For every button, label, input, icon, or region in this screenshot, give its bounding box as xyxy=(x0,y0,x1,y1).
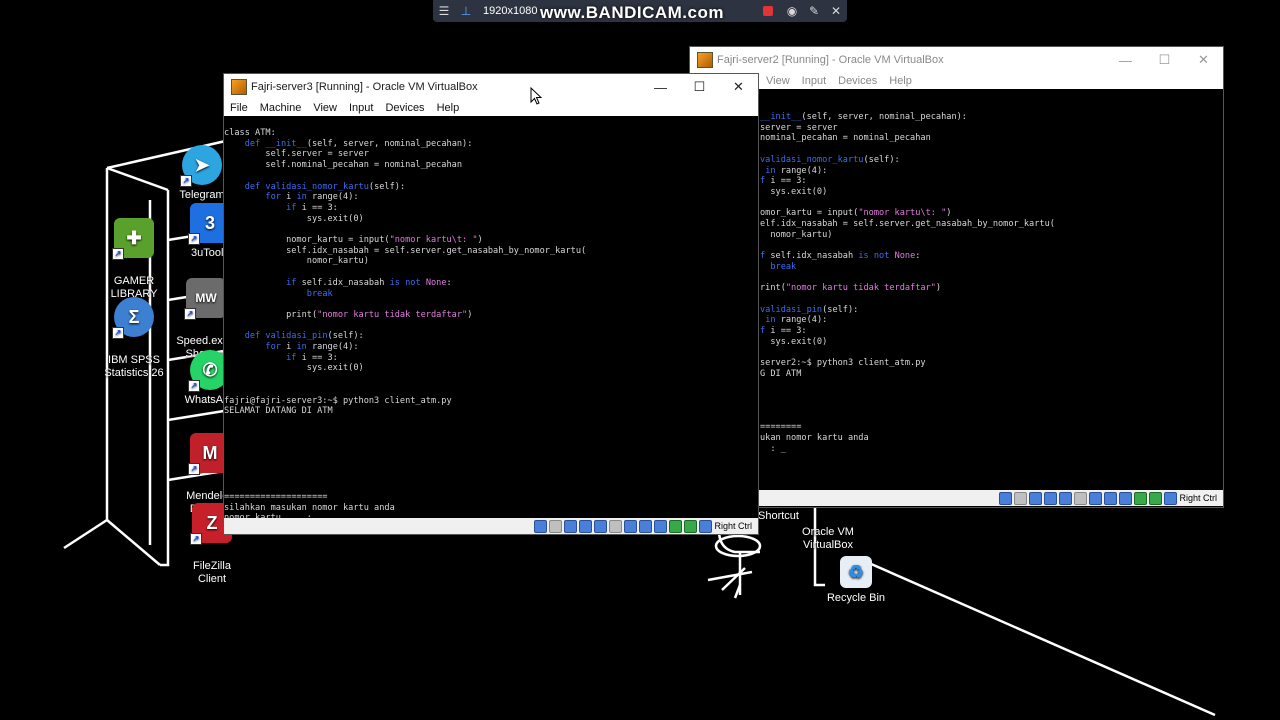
menu-help[interactable]: Help xyxy=(889,75,912,87)
vt-x-icon[interactable] xyxy=(1134,491,1148,505)
host-key-label: Right Ctrl xyxy=(714,521,752,531)
mouse-integration-icon[interactable] xyxy=(1149,491,1163,505)
cpu-icon[interactable] xyxy=(654,519,668,533)
display-icon[interactable] xyxy=(1089,491,1103,505)
recording-resolution: 1920x1080 xyxy=(483,5,538,17)
menu-file[interactable]: File xyxy=(230,102,248,114)
minimize-button[interactable]: — xyxy=(641,80,680,95)
host-key-label: Right Ctrl xyxy=(1179,493,1217,503)
recording-icon[interactable] xyxy=(1104,491,1118,505)
vm-statusbar: Right Ctrl xyxy=(224,518,758,534)
cpu-icon[interactable] xyxy=(1119,491,1133,505)
camera-icon[interactable]: ◉ xyxy=(781,4,803,18)
menu-input[interactable]: Input xyxy=(349,102,373,114)
desktop-icon-virtualbox[interactable]: Oracle VM VirtualBox xyxy=(788,513,868,552)
menu-icon[interactable]: ☰ xyxy=(433,4,455,18)
keyboard-capture-icon[interactable] xyxy=(699,519,713,533)
menu-devices[interactable]: Devices xyxy=(838,75,877,87)
virtualbox-icon xyxy=(697,52,713,68)
vt-x-icon[interactable] xyxy=(669,519,683,533)
usb-icon[interactable] xyxy=(1059,491,1073,505)
window-titlebar[interactable]: Fajri-server3 [Running] - Oracle VM Virt… xyxy=(224,74,758,100)
audio-icon[interactable] xyxy=(1029,491,1043,505)
recording-icon[interactable] xyxy=(639,519,653,533)
menubar: File Machine View Input Devices Help xyxy=(224,100,758,116)
nfs-mw-icon: MW ↗ xyxy=(184,278,226,320)
terminal-output: __init__(self, server, nominal_pecahan):… xyxy=(760,112,1055,454)
maximize-button[interactable]: ☐ xyxy=(1145,52,1184,68)
close-button[interactable]: ✕ xyxy=(1184,52,1223,68)
window-title: Fajri-server3 [Running] - Oracle VM Virt… xyxy=(251,81,478,93)
vm-screen[interactable]: class ATM: def __init__(self, server, no… xyxy=(224,116,758,518)
desktop-icon-label: FileZilla Client xyxy=(193,560,231,585)
desktop-icon-label: Recycle Bin xyxy=(826,592,886,604)
menu-help[interactable]: Help xyxy=(437,102,460,114)
desktop-icon-spss[interactable]: Σ ↗ IBM SPSS Statistics 26 xyxy=(94,284,174,380)
terminal-output: class ATM: def __init__(self, server, no… xyxy=(224,128,587,518)
window-title: Fajri-server2 [Running] - Oracle VM Virt… xyxy=(717,54,944,66)
hdd-icon[interactable] xyxy=(999,491,1013,505)
network-icon[interactable] xyxy=(1044,491,1058,505)
optical-drive-icon[interactable] xyxy=(549,519,563,533)
desktop-icon-label: Telegram xyxy=(179,189,225,201)
pencil-icon[interactable]: ✎ xyxy=(803,4,825,18)
hdd-icon[interactable] xyxy=(534,519,548,533)
desktop-icon-recycle-bin[interactable]: ♻ Recycle Bin xyxy=(816,556,896,605)
close-icon[interactable]: ✕ xyxy=(825,4,847,18)
pin-icon[interactable]: ⊥ xyxy=(455,4,477,18)
vm-screen[interactable]: __init__(self, server, nominal_pecahan):… xyxy=(690,90,1223,490)
menu-input[interactable]: Input xyxy=(802,75,826,87)
menu-devices[interactable]: Devices xyxy=(385,102,424,114)
menu-view[interactable]: View xyxy=(766,75,790,87)
audio-icon[interactable] xyxy=(564,519,578,533)
spss-icon: Σ ↗ xyxy=(112,297,154,339)
shared-folder-icon[interactable] xyxy=(609,519,623,533)
bandicam-watermark: www.BANDICAM.com xyxy=(540,3,724,22)
desktop-icon-label: IBM SPSS Statistics 26 xyxy=(104,354,164,379)
menu-view[interactable]: View xyxy=(313,102,337,114)
mouse-integration-icon[interactable] xyxy=(684,519,698,533)
usb-icon[interactable] xyxy=(594,519,608,533)
minimize-button[interactable]: — xyxy=(1106,53,1145,68)
virtualbox-icon xyxy=(231,79,247,95)
record-stop-icon[interactable] xyxy=(763,6,773,16)
mouse-cursor-icon xyxy=(530,87,543,105)
shared-folder-icon[interactable] xyxy=(1074,491,1088,505)
menubar: View Input Devices Help xyxy=(690,73,1223,89)
virtualbox-window-server2[interactable]: Fajri-server2 [Running] - Oracle VM Virt… xyxy=(690,47,1223,507)
virtualbox-window-server3[interactable]: Fajri-server3 [Running] - Oracle VM Virt… xyxy=(224,74,758,534)
vm-statusbar: Right Ctrl xyxy=(690,490,1223,506)
telegram-icon: ➤ ↗ xyxy=(180,145,222,187)
network-icon[interactable] xyxy=(579,519,593,533)
window-titlebar[interactable]: Fajri-server2 [Running] - Oracle VM Virt… xyxy=(690,47,1223,73)
maximize-button[interactable]: ☐ xyxy=(680,79,719,95)
display-icon[interactable] xyxy=(624,519,638,533)
recycle-bin-icon: ♻ xyxy=(840,556,872,588)
menu-machine[interactable]: Machine xyxy=(260,102,302,114)
desktop-icon-label: Oracle VM VirtualBox xyxy=(802,526,854,551)
keyboard-capture-icon[interactable] xyxy=(1164,491,1178,505)
close-button[interactable]: ✕ xyxy=(719,79,758,95)
gamepad-icon: ✚ ↗ xyxy=(112,218,154,260)
optical-drive-icon[interactable] xyxy=(1014,491,1028,505)
